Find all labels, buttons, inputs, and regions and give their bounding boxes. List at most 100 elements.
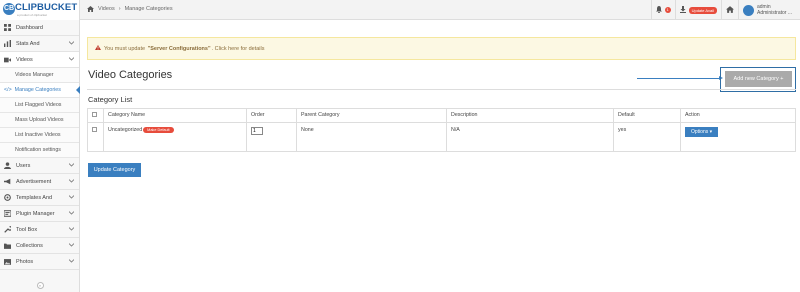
chevron-down-icon [68,259,75,265]
category-table: Category Name Order Parent Category Desc… [87,108,796,152]
avatar [742,4,754,16]
sidebar-item-label: Advertisement [16,178,52,185]
sidebar-item-stats[interactable]: Stats And [0,36,79,52]
sidebar-subitem-label: Manage Categories [14,87,61,93]
user-icon [4,162,11,169]
description-cell: N/A [446,122,614,152]
breadcrumb-current: Manage Categories [124,6,173,12]
sidebar-item-label: Dashboard [16,24,43,31]
row-select-cell [87,122,104,152]
sidebar-item-tool-box[interactable]: Tool Box [0,222,79,238]
top-bar: CB CLIPBUCKET a product of clipbucket Vi… [0,0,800,20]
sidebar-item-videos[interactable]: Videos [0,52,79,68]
user-role: Administrator ... [756,10,792,16]
category-name: Uncategorized [108,127,143,133]
sidebar-item-label: Stats And [16,40,40,47]
user-info: admin Administrator ... [757,4,792,16]
update-category-button[interactable]: Update Category [88,163,141,177]
default-cell: yes [613,122,681,152]
active-marker [76,86,80,94]
sidebar: Dashboard Stats And Videos Videos Manage… [0,20,80,292]
home-icon[interactable] [87,6,94,12]
warning-icon [95,45,101,52]
sidebar-item-label: Collections [16,242,43,249]
select-all-header [87,108,104,123]
notifications-button[interactable]: 1 [650,0,675,20]
title-divider [87,89,796,90]
column-header: Default [613,108,681,123]
section-title: Category List [88,95,133,104]
alert-prefix: You must update [104,45,146,52]
order-input[interactable] [251,127,263,135]
add-category-button[interactable]: Add new Category + [725,71,792,87]
sidebar-subitem-videos-manager[interactable]: Videos Manager [0,68,79,83]
column-header: Parent Category [296,108,447,123]
page-title: Video Categories [88,69,173,81]
sidebar-item-collections[interactable]: Collections [0,238,79,254]
logo-tagline: a product of clipbucket [17,13,48,17]
notification-count: 1 [664,7,671,13]
bell-icon [655,5,662,15]
alert-details-link[interactable]: . Click here for details [212,46,265,52]
server-config-alert[interactable]: You must update "Server Configurations".… [87,37,796,60]
category-name-cell: Uncategorized Make Default [103,122,247,152]
download-icon [679,5,686,15]
topbar-actions: 1 Update Avail admin Administrator ... [650,0,800,20]
alert-highlight: "Server Configurations" [147,45,211,52]
sidebar-item-templates[interactable]: Templates And [0,190,79,206]
updates-button[interactable]: Update Avail [674,0,721,20]
sidebar-item-photos[interactable]: Photos [0,254,79,270]
sidebar-item-label: Plugin Manager [16,210,55,217]
megaphone-icon [4,178,11,185]
chevron-down-icon [68,57,75,63]
folder-icon [4,242,11,249]
sidebar-item-label: Tool Box [16,226,38,233]
sidebar-subitem-inactive-videos[interactable]: List Inactive Videos [0,128,79,143]
breadcrumb: Videos › Manage Categories [87,6,173,12]
action-cell: Options ▾ [680,122,796,152]
chevron-down-icon [68,41,75,47]
sidebar-item-users[interactable]: Users [0,158,79,174]
options-dropdown-button[interactable]: Options ▾ [685,127,719,137]
chevron-down-icon [68,227,75,233]
update-badge: Update Avail [688,6,717,14]
gear-icon [4,194,11,201]
chevron-down-icon [68,243,75,249]
sidebar-subitem-notification-settings[interactable]: Notification settings [0,143,79,158]
dashboard-icon [4,24,11,31]
sidebar-subitem-mass-upload[interactable]: Mass Upload Videos [0,113,79,128]
sidebar-subitem-manage-categories[interactable]: </> Manage Categories [0,83,80,98]
breadcrumb-separator: › [118,6,121,12]
stats-icon [4,40,11,47]
table-header-row: Category Name Order Parent Category Desc… [87,108,796,123]
column-header: Category Name [103,108,247,123]
home-icon [725,5,734,15]
sidebar-item-advertisement[interactable]: Advertisement [0,174,79,190]
chevron-down-icon [68,211,75,217]
annotation-arrow [637,76,723,80]
logo-text: CLIPBUCKET [15,2,78,13]
collapse-icon: « [36,281,44,289]
brand-logo[interactable]: CB CLIPBUCKET a product of clipbucket [0,0,80,20]
sidebar-item-label: Users [16,162,31,169]
table-row: UncategorizedMake Default None N/A yes O… [87,122,796,152]
parent-category-cell: None [296,122,447,152]
code-icon: </> [4,87,12,93]
chevron-down-icon [68,179,75,185]
select-all-checkbox[interactable] [92,112,97,117]
video-icon [4,56,11,63]
logo-mark: CB [3,3,15,15]
sidebar-item-dashboard[interactable]: Dashboard [0,20,79,36]
sidebar-subitem-flagged-videos[interactable]: List Flagged Videos [0,98,79,113]
sidebar-item-label: Photos [16,258,34,265]
sidebar-collapse-toggle[interactable]: « [0,278,80,292]
breadcrumb-videos-link[interactable]: Videos [98,6,115,12]
user-menu[interactable]: admin Administrator ... [737,0,800,20]
row-checkbox[interactable] [92,127,97,132]
chevron-down-icon [68,163,75,169]
sidebar-item-plugin-manager[interactable]: Plugin Manager [0,206,79,222]
order-cell [246,122,297,152]
column-header: Action [680,108,796,123]
make-default-button[interactable]: Make Default [143,127,174,133]
home-button[interactable] [720,0,738,20]
